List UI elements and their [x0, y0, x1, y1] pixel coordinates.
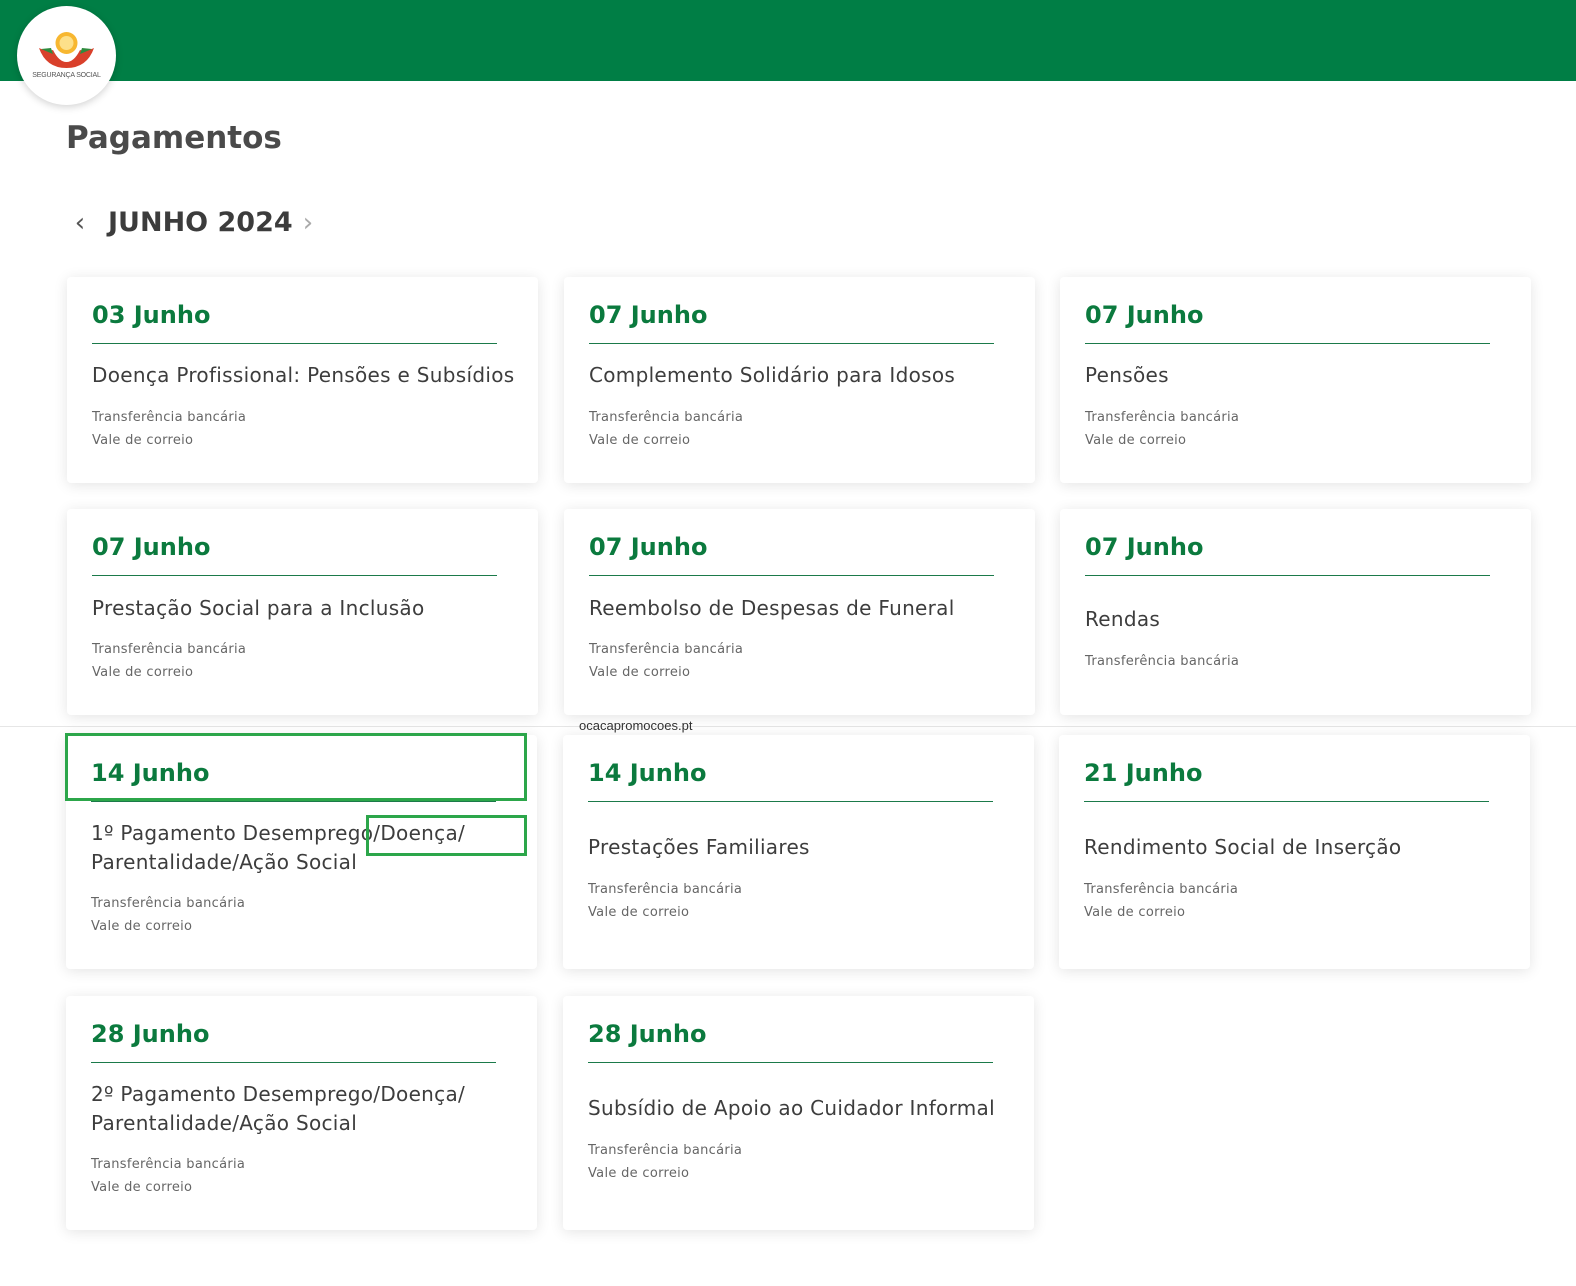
previous-month-button[interactable]: ‹: [66, 203, 94, 243]
card-divider: [1085, 575, 1490, 576]
payment-method: Transferência bancária: [91, 896, 246, 911]
payment-method: Vale de correio: [589, 665, 691, 680]
card-divider: [91, 1062, 496, 1063]
chevron-left-icon: ‹: [74, 208, 86, 238]
payment-method: Transferência bancária: [588, 882, 743, 897]
payment-method: Vale de correio: [1085, 433, 1187, 448]
payment-method: Vale de correio: [588, 1166, 690, 1181]
seguranca-social-logo[interactable]: SEGURANÇA SOCIAL: [17, 6, 116, 105]
payment-method: Transferência bancária: [1084, 882, 1239, 897]
watermark: ocacapromocoes.pt: [579, 718, 693, 733]
payment-date: 28 Junho: [91, 1020, 210, 1048]
payment-methods: Transferência bancária Vale de correio: [589, 406, 1009, 452]
page-title: Pagamentos: [66, 120, 282, 156]
card-divider: [589, 343, 994, 344]
card-divider: [589, 575, 994, 576]
next-month-button[interactable]: ›: [294, 203, 322, 243]
payment-method: Vale de correio: [91, 919, 193, 934]
benefit-title: 2º Pagamento Desemprego/Doença/ Parental…: [91, 1082, 466, 1135]
month-label: JUNHO 2024: [108, 207, 293, 238]
divider: [0, 726, 1576, 727]
logo-emblem-icon: [39, 32, 94, 68]
payment-method: Transferência bancária: [91, 1157, 246, 1172]
payment-card[interactable]: 07 Junho Complemento Solidário para Idoso…: [564, 277, 1035, 483]
payment-method: Transferência bancária: [1085, 410, 1240, 425]
payment-card[interactable]: 07 Junho Pensões Transferência bancária Val…: [1060, 277, 1531, 483]
payment-methods: Transferência bancária Vale de correio: [91, 1153, 511, 1199]
payment-methods: Transferência bancária Vale de correio: [588, 1139, 1008, 1185]
card-divider: [1085, 343, 1490, 344]
benefit-title: Pensões: [1085, 363, 1169, 387]
payment-card[interactable]: 03 Junho Doença Profissional: Pensões e S…: [67, 277, 538, 483]
benefit-title: Prestação Social para a Inclusão: [92, 596, 425, 620]
benefit-title: Reembolso de Despesas de Funeral: [589, 596, 955, 620]
payment-method: Vale de correio: [1084, 905, 1186, 920]
payment-date: 07 Junho: [92, 533, 211, 561]
payment-card[interactable]: 07 Junho Rendas Transferência bancária: [1060, 509, 1531, 715]
payment-methods: Transferência bancária Vale de correio: [588, 878, 1008, 924]
card-divider: [92, 343, 497, 344]
payment-card[interactable]: 28 Junho 2º Pagamento Desemprego/Doença/ …: [66, 996, 537, 1230]
top-bar: [0, 0, 1576, 81]
card-divider: [91, 801, 496, 802]
payment-methods: Transferência bancária: [1085, 650, 1505, 673]
payment-date: 07 Junho: [1085, 533, 1204, 561]
payment-card[interactable]: 07 Junho Prestação Social para a Inclusão…: [67, 509, 538, 715]
payment-method: Transferência bancária: [589, 410, 744, 425]
payment-methods: Transferência bancária Vale de correio: [1085, 406, 1505, 452]
payment-methods: Transferência bancária Vale de correio: [92, 638, 512, 684]
payment-card[interactable]: 14 Junho Prestações Familiares Transferênc…: [563, 735, 1034, 969]
payment-date: 07 Junho: [1085, 301, 1204, 329]
payment-card[interactable]: 28 Junho Subsídio de Apoio ao Cuidador In…: [563, 996, 1034, 1230]
benefit-title: Subsídio de Apoio ao Cuidador Informal: [588, 1096, 995, 1120]
card-divider: [1084, 801, 1489, 802]
card-divider: [588, 801, 993, 802]
payment-method: Vale de correio: [92, 433, 194, 448]
payment-method: Transferência bancária: [92, 642, 247, 657]
payment-date: 14 Junho: [588, 759, 707, 787]
payment-methods: Transferência bancária Vale de correio: [589, 638, 1009, 684]
benefit-title: Rendimento Social de Inserção: [1084, 835, 1402, 859]
benefit-title: 1º Pagamento Desemprego/Doença/ Parental…: [91, 821, 466, 874]
payment-method: Vale de correio: [92, 665, 194, 680]
logo-text: SEGURANÇA SOCIAL: [32, 72, 101, 79]
payment-date: 03 Junho: [92, 301, 211, 329]
payment-method: Transferência bancária: [1085, 654, 1240, 669]
payment-date: 07 Junho: [589, 533, 708, 561]
payment-method: Transferência bancária: [588, 1143, 743, 1158]
payment-method: Vale de correio: [588, 905, 690, 920]
payment-date: 21 Junho: [1084, 759, 1203, 787]
card-divider: [92, 575, 497, 576]
payment-card[interactable]: 07 Junho Reembolso de Despesas de Funeral…: [564, 509, 1035, 715]
payment-date: 07 Junho: [589, 301, 708, 329]
chevron-right-icon: ›: [302, 208, 314, 238]
benefit-title: Rendas: [1085, 607, 1161, 631]
card-divider: [588, 1062, 993, 1063]
payment-method: Vale de correio: [91, 1180, 193, 1195]
payment-methods: Transferência bancária Vale de correio: [1084, 878, 1504, 924]
payment-methods: Transferência bancária Vale de correio: [92, 406, 512, 452]
payment-method: Transferência bancária: [92, 410, 247, 425]
payment-date: 14 Junho: [91, 759, 210, 787]
payment-method: Transferência bancária: [589, 642, 744, 657]
payment-card[interactable]: 14 Junho 1º Pagamento Desemprego/Doença/ …: [66, 735, 537, 969]
payment-method: Vale de correio: [589, 433, 691, 448]
payment-methods: Transferência bancária Vale de correio: [91, 892, 511, 938]
payment-date: 28 Junho: [588, 1020, 707, 1048]
benefit-title: Complemento Solidário para Idosos: [589, 363, 956, 387]
benefit-title: Doença Profissional: Pensões e Subsídios: [92, 363, 515, 387]
payment-card[interactable]: 21 Junho Rendimento Social de Inserção Tra…: [1059, 735, 1530, 969]
benefit-title: Prestações Familiares: [588, 835, 810, 859]
